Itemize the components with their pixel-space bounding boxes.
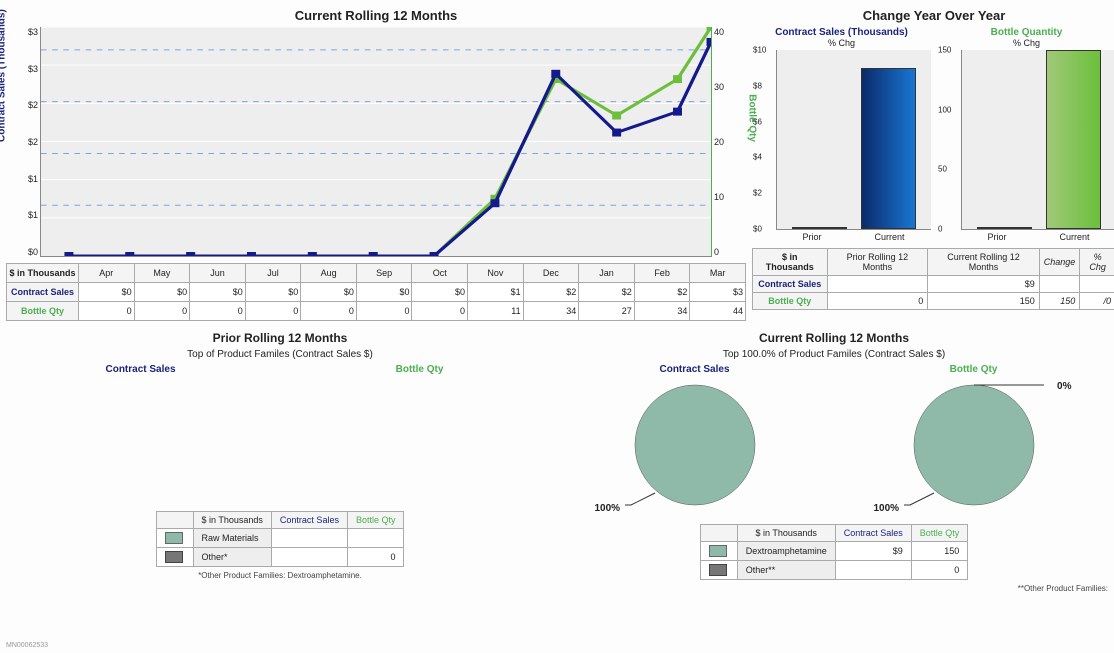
yaxis-right-ticks: 40 30 20 10 0: [712, 27, 746, 257]
prior-product-table: $ in Thousands Contract Sales Bottle Qty…: [156, 511, 405, 567]
yaxis-left-ticks: $3 $3 $2 $2 $1 $1 $0: [6, 27, 40, 257]
pie-bottle-qty: Bottle Qty 100% 0%: [839, 364, 1108, 518]
yoy-title: Change Year Over Year: [752, 8, 1114, 23]
pie-label-0: 0%: [1057, 381, 1071, 392]
yoy-panel: Change Year Over Year Contract Sales (Th…: [752, 6, 1114, 321]
bar-cs-current: [861, 68, 916, 229]
rolling-12-panel: Current Rolling 12 Months Contract Sales…: [6, 6, 746, 321]
yoy-bottle-qty-chart: Bottle Quantity % Chg 150 100 50 0: [937, 27, 1114, 242]
line-chart-plot: [40, 27, 712, 257]
swatch-icon: [709, 564, 727, 576]
bar-cs-prior: [792, 227, 847, 229]
swatch-icon: [709, 545, 727, 557]
swatch-icon: [165, 551, 183, 563]
yoy-data-table: $ in Thousands Prior Rolling 12 Months C…: [752, 248, 1114, 310]
bar-bq-current: [1046, 50, 1101, 229]
pie-label-100: 100%: [874, 503, 900, 514]
line-chart: Contract Sales (Thousands) Bottle Qty $3…: [6, 27, 746, 257]
current-product-panel: Current Rolling 12 Months Top 100.0% of …: [560, 329, 1108, 593]
swatch-icon: [165, 532, 183, 544]
series-contract-sales: [69, 42, 711, 256]
rolling-12-data-table: $ in Thousands AprMay JunJul AugSep OctN…: [6, 263, 746, 321]
pie-contract-sales: Contract Sales 100%: [560, 364, 829, 518]
rolling-12-title: Current Rolling 12 Months: [6, 8, 746, 23]
document-id: MN00062533: [6, 642, 48, 649]
pie-label-100: 100%: [595, 503, 621, 514]
current-product-table: $ in Thousands Contract Sales Bottle Qty…: [700, 524, 969, 580]
bar-bq-prior: [977, 227, 1032, 229]
prior-product-panel: Prior Rolling 12 Months Top of Product F…: [6, 329, 554, 593]
yoy-contract-sales-chart: Contract Sales (Thousands) % Chg $10 $8 …: [752, 27, 931, 242]
